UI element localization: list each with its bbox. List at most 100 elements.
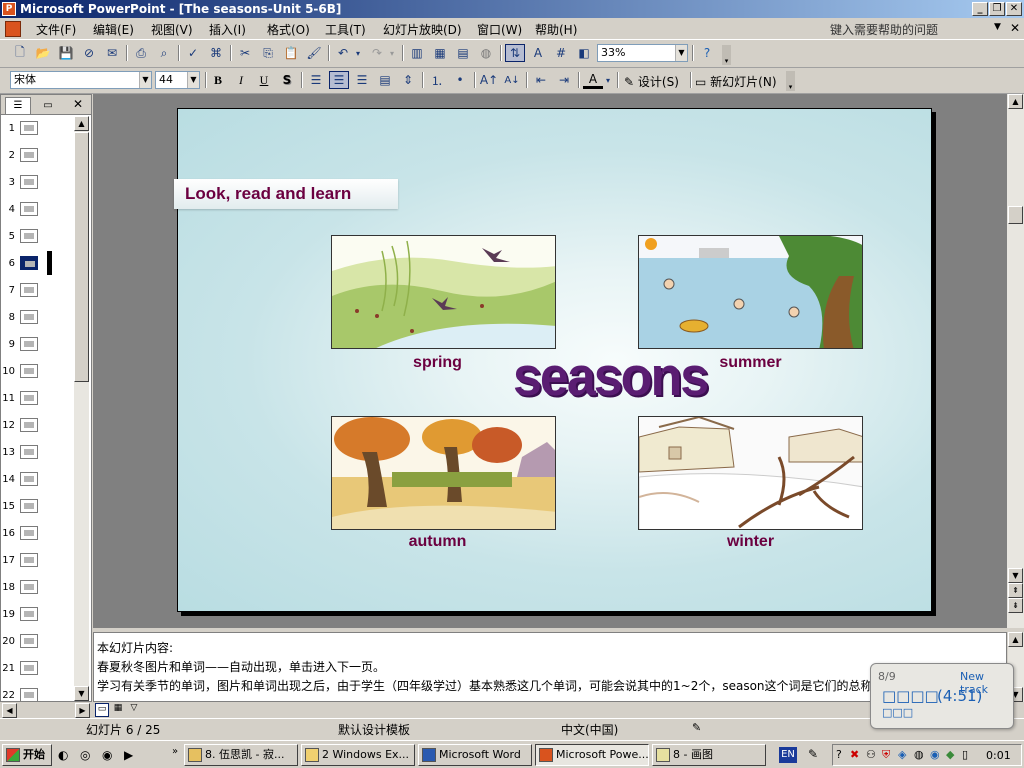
minimize-button[interactable]: _ xyxy=(972,2,988,16)
autumn-picture[interactable] xyxy=(331,416,556,530)
font-color-icon[interactable]: A xyxy=(583,71,603,89)
quicklaunch-app-icon[interactable]: ◎ xyxy=(80,748,90,762)
italic-button[interactable]: I xyxy=(231,71,251,89)
slide-thumbnail-image[interactable] xyxy=(20,634,38,648)
slide-title[interactable]: Look, read and learn xyxy=(174,179,398,209)
slide-thumbnail[interactable]: 4 xyxy=(1,197,73,224)
font-size-select[interactable]: 44 ▼ xyxy=(155,71,200,89)
font-name-select[interactable]: 宋体 ▼ xyxy=(10,71,152,89)
format-painter-icon[interactable]: 🖌 xyxy=(304,44,324,62)
slide-thumbnail[interactable]: 14 xyxy=(1,467,73,494)
menu-slideshow[interactable]: 幻灯片放映(D) xyxy=(383,21,462,38)
slide-thumbnail[interactable]: 16 xyxy=(1,521,73,548)
scroll-down-icon[interactable]: ▼ xyxy=(1008,568,1023,583)
new-icon[interactable]: 🗋 xyxy=(10,44,30,62)
scroll-right-icon[interactable]: ▶ xyxy=(75,703,90,718)
slide-thumbnail-image[interactable] xyxy=(20,283,38,297)
research-icon[interactable]: ⌘ xyxy=(206,44,226,62)
help-icon[interactable]: ? xyxy=(697,44,717,62)
numbering-icon[interactable]: ⒈ xyxy=(427,71,447,89)
print-preview-icon[interactable]: ⌕ xyxy=(154,44,174,62)
task-paint[interactable]: 8 - 画图 xyxy=(652,744,766,766)
slide-thumbnail-image[interactable] xyxy=(20,310,38,324)
help-question-input[interactable]: 键入需要帮助的问题 xyxy=(830,21,1004,37)
player-notification-popup[interactable]: 8/9 New track □□□□ (4:51) □□□ xyxy=(870,663,1014,729)
slide-thumbnail-image[interactable] xyxy=(20,229,38,243)
slide-thumbnail-image[interactable] xyxy=(20,445,38,459)
expand-all-icon[interactable]: ⇅ xyxy=(505,44,525,62)
task-powerpoint[interactable]: Microsoft Powe... xyxy=(535,744,649,766)
slide-thumbnail[interactable]: 12 xyxy=(1,413,73,440)
shadow-button[interactable]: S xyxy=(277,71,297,89)
quicklaunch-media-icon[interactable]: ▶ xyxy=(124,748,133,762)
slide-thumbnail[interactable]: 10 xyxy=(1,359,73,386)
undo-dropdown-icon[interactable]: ▾ xyxy=(353,44,363,62)
slide-thumbnail-image[interactable] xyxy=(20,526,38,540)
color-grayscale-icon[interactable]: ◧ xyxy=(574,44,594,62)
font-name-dropdown-icon[interactable]: ▼ xyxy=(139,72,151,88)
toolbar-options-icon[interactable]: ▾ xyxy=(722,45,731,65)
scroll-up-icon[interactable]: ▲ xyxy=(1008,632,1023,647)
start-button[interactable]: 开始 xyxy=(2,744,52,766)
tray-help-icon[interactable]: ? xyxy=(836,748,842,761)
menu-file[interactable]: 文件(F) xyxy=(36,21,76,38)
task-word[interactable]: Microsoft Word xyxy=(418,744,532,766)
tab-slides[interactable]: ▭ xyxy=(35,98,61,114)
slide-thumbnail[interactable]: 8 xyxy=(1,305,73,332)
slide-thumbnail-image[interactable] xyxy=(20,580,38,594)
slide-thumbnail-image[interactable] xyxy=(20,391,38,405)
align-right-icon[interactable]: ☰ xyxy=(352,71,372,89)
slide-thumbnail-image[interactable] xyxy=(20,337,38,351)
help-dropdown-arrow-icon[interactable]: ▼ xyxy=(994,22,1001,32)
tray-volume-icon[interactable]: ◍ xyxy=(914,748,924,761)
slide-thumbnail[interactable]: 9 xyxy=(1,332,73,359)
increase-indent-icon[interactable]: ⇥ xyxy=(554,71,574,89)
menu-window[interactable]: 窗口(W) xyxy=(477,21,522,38)
previous-slide-icon[interactable]: ⇞ xyxy=(1008,583,1023,598)
summer-picture[interactable] xyxy=(638,235,863,349)
document-icon[interactable] xyxy=(5,21,21,37)
slide-thumbnail[interactable]: 13 xyxy=(1,440,73,467)
slide-thumbnail-image[interactable] xyxy=(20,202,38,216)
slide-thumbnail-image[interactable] xyxy=(20,364,38,378)
caption-winter[interactable]: winter xyxy=(638,533,863,551)
slides-pane-scrollbar[interactable]: ▲ ▼ xyxy=(74,116,89,701)
powerpoint-app-icon[interactable]: P xyxy=(2,2,16,16)
tray-network-icon[interactable]: ✖ xyxy=(850,748,859,761)
caption-autumn[interactable]: autumn xyxy=(325,533,550,551)
show-formatting-icon[interactable]: A xyxy=(528,44,548,62)
permission-icon[interactable]: ⊘ xyxy=(79,44,99,62)
ime-icon[interactable]: ✎ xyxy=(808,747,818,761)
slide-thumbnail[interactable]: 5 xyxy=(1,224,73,251)
font-color-dropdown-icon[interactable]: ▾ xyxy=(603,71,613,89)
slide-thumbnail-image[interactable] xyxy=(20,418,38,432)
insert-table-icon[interactable]: ▦ xyxy=(430,44,450,62)
slide-thumbnail-image[interactable] xyxy=(20,256,38,270)
close-document-icon[interactable]: ✕ xyxy=(1010,21,1020,35)
slide-thumbnail[interactable]: 7 xyxy=(1,278,73,305)
tray-usb-icon[interactable]: ▯ xyxy=(962,748,968,761)
copy-icon[interactable]: ⎘ xyxy=(258,44,278,62)
slide-thumbnail-image[interactable] xyxy=(20,553,38,567)
editor-vscroll[interactable]: ▲ ▼ ⇞ ⇟ xyxy=(1008,94,1024,614)
restore-button[interactable]: ❐ xyxy=(989,2,1005,16)
spelling-status-icon[interactable]: ✎ xyxy=(692,721,701,734)
slide-thumbnail-image[interactable] xyxy=(20,499,38,513)
undo-icon[interactable]: ↶ xyxy=(333,44,353,62)
tables-borders-icon[interactable]: ▤ xyxy=(453,44,473,62)
menu-format[interactable]: 格式(O) xyxy=(267,21,310,38)
slide-thumbnail[interactable]: 6 xyxy=(1,251,73,278)
spelling-icon[interactable]: ✓ xyxy=(183,44,203,62)
zoom-dropdown-icon[interactable]: ▼ xyxy=(675,45,687,61)
menu-help[interactable]: 帮助(H) xyxy=(535,21,577,38)
bullets-icon[interactable]: • xyxy=(450,71,470,89)
slide-thumbnail[interactable]: 2 xyxy=(1,143,73,170)
task-windows-explorer[interactable]: 2 Windows Ex... xyxy=(301,744,415,766)
scroll-left-icon[interactable]: ◀ xyxy=(2,703,17,718)
slide-thumbnail-image[interactable] xyxy=(20,661,38,675)
underline-button[interactable]: U xyxy=(254,71,274,89)
tray-app-icon[interactable]: ◆ xyxy=(946,748,954,761)
menu-edit[interactable]: 编辑(E) xyxy=(93,21,134,38)
scroll-down-icon[interactable]: ▼ xyxy=(74,686,89,701)
redo-dropdown-icon[interactable]: ▾ xyxy=(387,44,397,62)
